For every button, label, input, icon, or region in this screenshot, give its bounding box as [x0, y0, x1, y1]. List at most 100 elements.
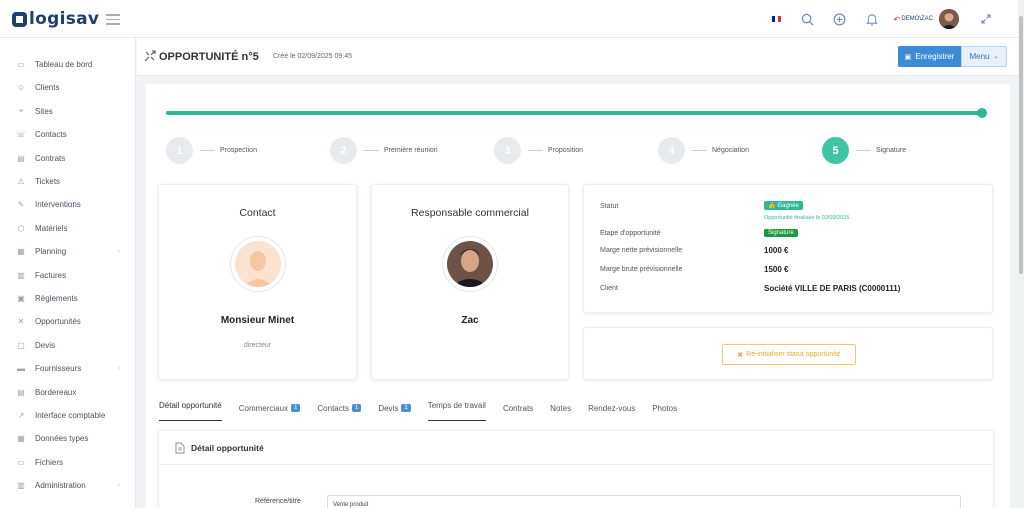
save-button[interactable]: ▣ Enregistrer: [898, 46, 961, 67]
slip-icon: ▤: [17, 387, 25, 397]
sales-rep-card-title: Responsable commercial: [411, 207, 529, 219]
sidebar-item-interventions[interactable]: ✎ Interventions: [0, 193, 136, 216]
sidebar-item-clients[interactable]: ☺ Clients: [0, 76, 136, 99]
chevron-down-icon: ⌄: [993, 54, 999, 60]
reference-input[interactable]: Vente produit: [327, 495, 961, 508]
plus-circle-icon[interactable]: [830, 9, 850, 29]
sidebar-item-label: Matériels: [35, 223, 68, 233]
bell-icon[interactable]: [862, 9, 882, 29]
sales-rep-avatar: [442, 236, 498, 292]
detail-card-title: Détail opportunité: [191, 442, 264, 453]
tab-devis[interactable]: Devis 1: [378, 401, 411, 415]
step-3: 3 Proposition: [494, 137, 583, 164]
topbar-actions: ↶ DEMO\ZAC: [771, 9, 996, 29]
reinit-status-label: Ré-initialiser statut opportunité: [746, 351, 841, 358]
tab-count-badge: 1: [351, 404, 362, 412]
sidebar-item-label: Tickets: [35, 177, 61, 186]
status-value: Gagnée: [777, 202, 799, 209]
sidebar-item-tableau-de-bord[interactable]: ▭ Tableau de bord: [0, 53, 136, 76]
tab-rendez-vous[interactable]: Rendez-vous: [588, 401, 635, 415]
invoice-icon: ▥: [17, 270, 25, 280]
sidebar-item-interface-comptable[interactable]: ↗ Interface comptable: [0, 404, 136, 427]
sidebar-item-factures[interactable]: ▥ Factures: [0, 264, 136, 287]
created-date: Créé le 02/09/2025 09:45: [273, 53, 353, 60]
step-4: 4 Négociation: [658, 137, 749, 164]
sidebar-item-tickets[interactable]: ⚠ Tickets: [0, 170, 136, 193]
step-label: Signature: [876, 147, 906, 154]
sidebar-item-mat-riels[interactable]: ⬡ Matériels: [0, 217, 136, 240]
tab-contrats[interactable]: Contrats: [503, 401, 533, 415]
sidebar-item-label: Règlements: [35, 294, 78, 303]
contact-card-title: Contact: [239, 207, 276, 219]
step-label: Première réunion: [384, 147, 438, 154]
step-number: 2: [330, 137, 357, 164]
app-logo[interactable]: logisav: [12, 9, 99, 29]
sidebar-item-fichiers[interactable]: ▭ Fichiers: [0, 451, 136, 474]
step-2: 2 Première réunion: [330, 137, 438, 164]
opportunity-icon: ✕: [17, 317, 25, 327]
sidebar-item-label: Clients: [35, 83, 60, 93]
warning-icon: ⚠: [17, 177, 25, 186]
sidebar-item-label: Opportunités: [35, 317, 81, 327]
tab-label: Notes: [550, 403, 572, 413]
sidebar-item-sites[interactable]: ⌖ Sites: [0, 100, 136, 123]
sidebar-item-administration[interactable]: ▥ Administration ›: [0, 474, 136, 497]
sidebar-item-label: Interface comptable: [35, 411, 106, 420]
contact-name: Monsieur Minet: [220, 315, 295, 326]
admin-icon: ▥: [17, 481, 25, 491]
logo-mark-icon: [12, 11, 27, 27]
expand-icon[interactable]: [976, 9, 996, 29]
sidebar-item-donn-es-types[interactable]: ▦ Données types: [0, 427, 136, 450]
progress-dot: [977, 108, 987, 118]
menu-button[interactable]: Menu ⌄: [961, 46, 1007, 67]
sidebar-item-r-glements[interactable]: ▣ Règlements: [0, 287, 136, 310]
tab-d-tail-opportunit-[interactable]: Détail opportunité: [159, 401, 222, 421]
sidebar-item-label: Bordereaux: [35, 387, 77, 397]
language-flag-icon[interactable]: [771, 16, 781, 22]
search-icon[interactable]: [798, 9, 818, 29]
sidebar-item-label: Fournisseurs: [35, 364, 82, 374]
contact-avatar: [230, 236, 286, 292]
scrollbar-thumb[interactable]: [1019, 16, 1023, 274]
reinit-card: ✖ Ré-initialiser statut opportunité: [583, 327, 993, 380]
stage-label: Etape d'opportunité: [600, 230, 661, 237]
step-connector: [528, 150, 543, 151]
tab-commerciaux[interactable]: Commerciaux 1: [239, 401, 301, 415]
tab-contacts[interactable]: Contacts 1: [317, 401, 362, 415]
user-switch-label[interactable]: ↶ DEMO\ZAC: [894, 15, 933, 24]
truck-icon: ▬: [17, 364, 25, 374]
progress-fill: [166, 111, 985, 115]
contacts-icon: ☏: [16, 130, 27, 140]
sidebar: ▭ Tableau de bord ☺ Clients ⌖ Sites ☏ Contacts ▤…: [0, 38, 136, 508]
client-value[interactable]: Société VILLE DE PARIS (C0000111): [764, 284, 900, 293]
sidebar-item-contrats[interactable]: ▤ Contrats: [0, 147, 136, 170]
hamburger-menu-icon[interactable]: [106, 14, 120, 28]
tab-photos[interactable]: Photos: [652, 401, 677, 415]
tab-notes[interactable]: Notes: [550, 401, 571, 415]
folder-icon: ▭: [17, 457, 25, 467]
tab-count-badge: 1: [401, 404, 411, 412]
tab-temps-de-travail[interactable]: Temps de travail: [427, 401, 486, 421]
sidebar-item-contacts[interactable]: ☏ Contacts: [0, 123, 136, 146]
page-header: OPPORTUNITÉ n°5 Créé le 02/09/2025 09:45…: [137, 38, 1018, 76]
close-icon: ✖: [737, 351, 744, 359]
sidebar-item-bordereaux[interactable]: ▤ Bordereaux: [0, 381, 136, 404]
logo-text: logisav: [29, 9, 100, 29]
gross-margin-value: 1500 €: [764, 265, 789, 274]
chevron-right-icon: ›: [117, 482, 120, 490]
tab-label: Rendez-vous: [588, 403, 636, 413]
sidebar-item-devis[interactable]: ▢ Devis: [0, 334, 136, 357]
save-icon: ▣: [904, 53, 912, 61]
sidebar-item-fournisseurs[interactable]: ▬ Fournisseurs ›: [0, 357, 136, 380]
sidebar-item-planning[interactable]: ▦ Planning ›: [0, 240, 136, 263]
sidebar-item-opportunit-s[interactable]: ✕ Opportunités: [0, 310, 136, 333]
page-scrollbar[interactable]: [1018, 0, 1024, 508]
opportunity-icon: [144, 50, 156, 62]
step-connector: [200, 150, 215, 151]
step-number: 4: [658, 137, 685, 164]
chevron-right-icon: ›: [117, 248, 120, 256]
opportunity-content: 1 Prospection 2 Première réunion 3 Propositio…: [146, 84, 1010, 508]
tab-label: Temps de travail: [427, 401, 486, 410]
reinit-status-button[interactable]: ✖ Ré-initialiser statut opportunité: [722, 344, 856, 365]
user-avatar[interactable]: [939, 9, 959, 29]
